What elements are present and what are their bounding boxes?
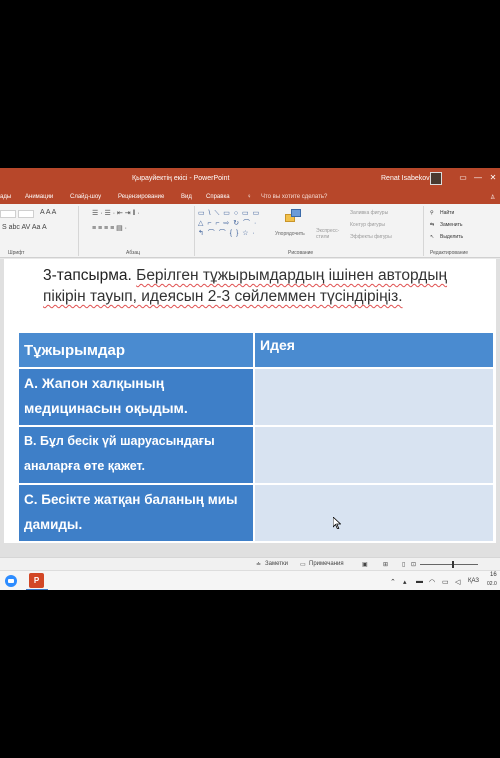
replace-button[interactable]: Заменить <box>440 222 462 228</box>
avatar[interactable] <box>430 172 442 185</box>
close-button[interactable]: ✕ <box>488 173 498 183</box>
folder-icon[interactable]: ▬ <box>416 578 423 585</box>
select-button[interactable]: Выделить <box>440 234 463 240</box>
slideshow-view-icon[interactable]: ⊡ <box>411 561 416 568</box>
wifi-icon[interactable]: ◠ <box>429 578 435 586</box>
user-name[interactable]: Renat Isabekov <box>381 175 430 182</box>
status-bar: ≐ Заметки ▭ Примечания ▣ ⊞ ▯ ⊡ <box>0 557 500 570</box>
font-size-dropdown[interactable] <box>18 210 34 218</box>
arrange-icon[interactable] <box>285 208 303 224</box>
taskbar: P ⌃ ▴ ▬ ◠ ▭ ◁ ҚАЗ 16 02.0 <box>0 570 500 590</box>
powerpoint-app-icon[interactable]: P <box>29 573 44 588</box>
font-size-buttons[interactable]: A A A <box>40 209 56 216</box>
title-bar: Қырауйектің екісі - PowerPoint Renat Isa… <box>0 168 500 190</box>
notes-button[interactable]: Заметки <box>265 561 288 567</box>
header-idea[interactable]: Идея <box>255 333 493 369</box>
shapes-row[interactable]: ▭ \ ⟍ ▭ ○ ▭ ▭ <box>198 209 274 219</box>
header-statements[interactable]: Тұжырымдар <box>19 333 255 369</box>
tab-transitions[interactable]: ады <box>0 194 11 200</box>
minimize-button[interactable]: — <box>473 173 483 183</box>
slide-canvas[interactable]: 3-тапсырма. Берілген тұжырымдардың ішіне… <box>4 259 496 543</box>
zoom-app-icon[interactable] <box>5 575 17 587</box>
shape-fill-button[interactable]: Заливка фигуры <box>350 210 388 216</box>
idea-cell[interactable] <box>255 369 493 427</box>
search-icon: ⚲ <box>430 210 434 216</box>
tab-slideshow[interactable]: Слайд-шоу <box>70 194 101 200</box>
battery-icon[interactable]: ▭ <box>442 578 449 586</box>
network-icon[interactable]: ▴ <box>403 578 407 586</box>
tab-help[interactable]: Справка <box>206 194 230 200</box>
table-row: C. Бесікте жатқан баланың миы дамиды. <box>19 485 493 543</box>
zoom-slider[interactable] <box>420 564 478 565</box>
align-buttons[interactable]: ≡ ≡ ≡ ≡ ▤ · <box>92 224 127 232</box>
divider <box>194 206 195 256</box>
shapes-row[interactable]: ↰ ⌒ ⌒ { } ☆ · <box>198 229 274 239</box>
tab-view[interactable]: Вид <box>181 194 192 200</box>
statement-cell[interactable]: A. Жапон халқының медицинасын оқыдым. <box>19 369 255 427</box>
divider <box>78 206 79 256</box>
tab-animations[interactable]: Анимации <box>25 194 53 200</box>
quick-styles-button[interactable]: Экспресс-стили <box>316 228 342 240</box>
share-icon[interactable]: ♙ <box>490 194 495 201</box>
desktop-screen: Қырауйектің екісі - PowerPoint Renat Isa… <box>0 168 500 590</box>
normal-view-icon[interactable]: ▣ <box>362 561 368 568</box>
shape-outline-button[interactable]: Контур фигуры <box>350 222 385 228</box>
task-label: 3-тапсырма <box>43 267 128 284</box>
active-app-indicator <box>26 589 48 590</box>
volume-icon[interactable]: ◁ <box>455 578 460 586</box>
table-row: A. Жапон халқының медицинасын оқыдым. <box>19 369 493 427</box>
notes-icon: ≐ <box>256 562 262 568</box>
group-editing-label: Редактирование <box>430 250 469 256</box>
statement-cell[interactable]: C. Бесікте жатқан баланың миы дамиды. <box>19 485 255 543</box>
shapes-row[interactable]: △ ⌐ ⌐ ⇨ ↻ ⌒ · <box>198 219 274 229</box>
group-drawing-label: Рисование <box>288 250 314 256</box>
font-name-dropdown[interactable] <box>0 210 16 218</box>
idea-cell[interactable] <box>255 485 493 543</box>
document-title: Қырауйектің екісі - PowerPoint <box>132 175 230 182</box>
task-heading[interactable]: 3-тапсырма. Берілген тұжырымдардың ішіне… <box>43 265 463 307</box>
find-button[interactable]: Найти <box>440 210 454 216</box>
clock-time[interactable]: 16 <box>490 572 497 578</box>
select-icon: ↖ <box>430 234 435 240</box>
statements-table[interactable]: Тұжырымдар Идея A. Жапон халқының медици… <box>19 333 493 543</box>
divider <box>423 206 424 256</box>
ribbon: A A A S abc AV Aa A Шрифт ☰ · ☰ · ⇤ ⇥ ‖ … <box>0 204 500 258</box>
statement-cell[interactable]: B. Бұл бесік үй шаруасындағы аналарға өт… <box>19 427 255 485</box>
table-row: B. Бұл бесік үй шаруасындағы аналарға өт… <box>19 427 493 485</box>
tell-me-search[interactable]: Что вы хотите сделать? <box>261 194 327 200</box>
replace-icon: ⇆ <box>430 222 435 228</box>
shape-effects-button[interactable]: Эффекты фигуры <box>350 234 392 240</box>
list-buttons[interactable]: ☰ · ☰ · ⇤ ⇥ ‖ · <box>92 209 140 217</box>
ribbon-display-button[interactable]: ▭ <box>458 173 468 183</box>
shapes-gallery[interactable]: ▭ \ ⟍ ▭ ○ ▭ ▭ △ ⌐ ⌐ ⇨ ↻ ⌒ · ↰ ⌒ ⌒ { } ☆ … <box>198 209 274 239</box>
ribbon-tabs: ады Анимации Слайд-шоу Рецензирование Ви… <box>0 190 500 204</box>
group-font-label: Шрифт <box>8 250 25 256</box>
lightbulb-icon: ♀ <box>247 194 252 200</box>
clock-date[interactable]: 02.0 <box>487 581 497 587</box>
idea-cell[interactable] <box>255 427 493 485</box>
chevron-up-icon[interactable]: ⌃ <box>390 578 396 586</box>
tab-review[interactable]: Рецензирование <box>118 194 164 200</box>
slide-editor: 3-тапсырма. Берілген тұжырымдардың ішіне… <box>0 259 500 557</box>
arrange-button[interactable]: Упорядочить <box>275 231 305 237</box>
comments-icon: ▭ <box>300 562 306 568</box>
slide-sorter-icon[interactable]: ⊞ <box>383 561 388 568</box>
reading-view-icon[interactable]: ▯ <box>402 561 405 568</box>
comments-button[interactable]: Примечания <box>309 561 344 567</box>
language-indicator[interactable]: ҚАЗ <box>468 578 479 584</box>
cursor-icon <box>333 517 341 529</box>
zoom-slider-thumb[interactable] <box>452 561 454 568</box>
text-format-buttons[interactable]: S abc AV Aa A <box>2 224 47 231</box>
group-paragraph-label: Абзац <box>126 250 141 256</box>
